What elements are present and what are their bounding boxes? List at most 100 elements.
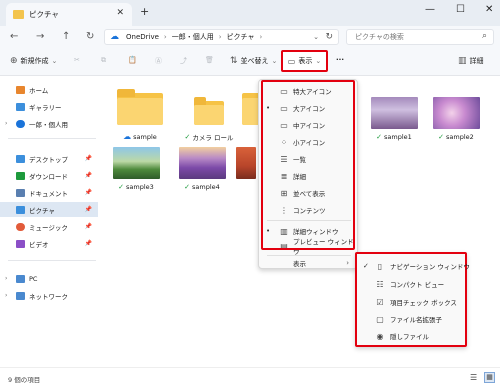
chevron-right-icon: › bbox=[346, 259, 349, 267]
tab-pictures[interactable]: ピクチャ ✕ bbox=[6, 3, 132, 26]
details-button[interactable]: ▥ 詳細 bbox=[458, 56, 484, 66]
sidebar-item-label: ダウンロード bbox=[29, 172, 68, 181]
pin-icon[interactable]: 📌 bbox=[85, 172, 92, 179]
close-button[interactable]: ✕ bbox=[485, 4, 493, 15]
refresh-address-icon[interactable]: ↻ bbox=[325, 32, 333, 42]
cut-icon[interactable]: ✂ bbox=[74, 56, 80, 64]
synced-check-icon: ✓ bbox=[376, 133, 383, 141]
sidebar-item-label: ビデオ bbox=[29, 240, 49, 249]
chevron-down-icon: ⌄ bbox=[315, 57, 322, 65]
breadcrumb-pictures[interactable]: ピクチャ bbox=[227, 32, 255, 42]
pin-icon[interactable]: 📌 bbox=[85, 240, 92, 247]
refresh-icon[interactable]: ↻ bbox=[86, 31, 94, 42]
copy-icon[interactable]: ⧉ bbox=[101, 56, 106, 65]
command-bar: ⊕ 新規作成 ⌄ ✂ ⧉ 📋 Ⓐ ⤴ 🗑 ⇅ 並べ替え ⌄ ▭ 表示 ⌄ ···… bbox=[0, 48, 500, 76]
sidebar-item-pictures[interactable]: ピクチャ 📌 bbox=[0, 202, 98, 217]
chevron-down-icon: ⌄ bbox=[271, 57, 278, 65]
folder-icon bbox=[117, 89, 163, 125]
close-tab-icon[interactable]: ✕ bbox=[116, 8, 124, 18]
pin-icon[interactable]: 📌 bbox=[85, 155, 92, 162]
chevron-right-icon[interactable]: › bbox=[5, 275, 7, 282]
new-button[interactable]: ⊕ 新規作成 ⌄ bbox=[10, 56, 57, 66]
menu-item-show[interactable]: 表示 › bbox=[259, 255, 357, 271]
image-thumbnail bbox=[236, 147, 256, 179]
chevron-right-icon: › bbox=[218, 33, 222, 41]
pin-icon[interactable]: 📌 bbox=[85, 223, 92, 230]
sidebar-item-videos[interactable]: ビデオ 📌 bbox=[0, 236, 98, 251]
chevron-right-icon: › bbox=[163, 33, 167, 41]
new-tab-button[interactable]: + bbox=[140, 5, 149, 18]
file-name: sample4 bbox=[192, 183, 220, 191]
chevron-right-icon[interactable]: › bbox=[5, 292, 7, 299]
paste-icon[interactable]: 📋 bbox=[128, 56, 137, 64]
sort-button-label: 並べ替え bbox=[240, 57, 269, 65]
pin-icon[interactable]: 📌 bbox=[85, 206, 92, 213]
sort-button[interactable]: ⇅ 並べ替え ⌄ bbox=[230, 56, 277, 66]
pin-icon[interactable]: 📌 bbox=[85, 189, 92, 196]
sidebar-item-desktop[interactable]: デスクトップ 📌 bbox=[0, 151, 98, 166]
title-bar: ピクチャ ✕ + — ☐ ✕ bbox=[0, 0, 500, 26]
sidebar-item-music[interactable]: ミュージック 📌 bbox=[0, 219, 98, 234]
sidebar-item-downloads[interactable]: ダウンロード 📌 bbox=[0, 168, 98, 183]
image-thumbnail bbox=[112, 147, 160, 179]
sidebar-divider bbox=[8, 260, 96, 261]
document-icon bbox=[16, 188, 25, 197]
chevron-right-icon[interactable]: › bbox=[5, 120, 7, 127]
synced-check-icon: ✓ bbox=[118, 183, 125, 191]
show-submenu: ✓ ▯ ナビゲーション ウィンドウ ☷ コンパクト ビュー ☑ 項目チェック ボ… bbox=[355, 252, 470, 347]
file-name: カメラ ロール bbox=[192, 134, 234, 142]
download-icon bbox=[16, 171, 25, 180]
sidebar-item-gallery[interactable]: ギャラリー bbox=[0, 99, 98, 114]
submenu-item-hidden-files[interactable]: ◉ 隠しファイル bbox=[357, 328, 465, 344]
sidebar-item-label: ギャラリー bbox=[29, 103, 62, 112]
forward-icon[interactable]: → bbox=[36, 31, 44, 42]
rename-icon[interactable]: Ⓐ bbox=[155, 56, 162, 66]
sidebar-item-home[interactable]: ホーム bbox=[0, 82, 98, 97]
submenu-item-item-checkboxes[interactable]: ☑ 項目チェック ボックス bbox=[357, 294, 465, 310]
file-item-sample3[interactable]: ✓ sample3 bbox=[106, 147, 166, 191]
file-item-sample4[interactable]: ✓ sample4 bbox=[172, 147, 232, 191]
chevron-down-icon[interactable]: ⌄ bbox=[313, 33, 319, 41]
file-name: sample3 bbox=[126, 183, 154, 191]
minimize-button[interactable]: — bbox=[425, 4, 435, 15]
video-icon bbox=[16, 239, 25, 248]
more-options-button[interactable]: ··· bbox=[336, 56, 344, 64]
share-icon[interactable]: ⤴ bbox=[180, 56, 187, 66]
home-icon bbox=[16, 85, 25, 94]
file-item-partial[interactable] bbox=[236, 147, 256, 179]
view-button[interactable]: ▭ 表示 ⌄ bbox=[281, 50, 328, 72]
sidebar-item-onedrive[interactable]: › 一郎・個人用 bbox=[0, 116, 98, 131]
large-icons-view-icon[interactable]: ▦ bbox=[484, 372, 495, 383]
gallery-icon bbox=[16, 102, 25, 111]
submenu-item-file-extensions[interactable]: ▢ ファイル名拡張子 bbox=[357, 311, 465, 327]
file-item-camera-roll[interactable]: ✓ カメラ ロール bbox=[176, 89, 242, 142]
synced-check-icon: ✓ bbox=[184, 133, 191, 141]
maximize-button[interactable]: ☐ bbox=[456, 4, 465, 15]
search-input[interactable]: ピクチャの検索 ⌕ bbox=[346, 29, 494, 45]
back-icon[interactable]: ← bbox=[10, 31, 18, 42]
file-item-sample[interactable]: ☁ sample bbox=[110, 89, 170, 141]
item-count: 9 個の項目 bbox=[8, 376, 41, 384]
details-view-icon[interactable]: ☰ bbox=[470, 373, 477, 382]
file-icon: ▢ bbox=[376, 314, 384, 324]
compact-view-icon: ☷ bbox=[376, 279, 384, 289]
sidebar-item-pc[interactable]: › PC bbox=[0, 271, 98, 286]
file-item-sample1[interactable]: ✓ sample1 bbox=[366, 97, 422, 141]
submenu-item-compact-view[interactable]: ☷ コンパクト ビュー bbox=[357, 276, 465, 292]
delete-icon[interactable]: 🗑 bbox=[205, 56, 214, 64]
sidebar-item-network[interactable]: › ネットワーク bbox=[0, 288, 98, 303]
sidebar-divider bbox=[8, 138, 96, 139]
address-bar[interactable]: ☁ OneDrive › 一郎・個人用 › ピクチャ › ⌄ ↻ bbox=[104, 29, 339, 45]
submenu-item-navigation-pane[interactable]: ✓ ▯ ナビゲーション ウィンドウ bbox=[357, 258, 470, 274]
breadcrumb-onedrive[interactable]: OneDrive bbox=[126, 33, 159, 41]
synced-check-icon: ✓ bbox=[184, 183, 191, 191]
monitor-icon: ▭ bbox=[287, 56, 296, 66]
sidebar-item-documents[interactable]: ドキュメント 📌 bbox=[0, 185, 98, 200]
file-name: sample2 bbox=[446, 133, 474, 141]
sidebar-item-label: 一郎・個人用 bbox=[29, 120, 68, 129]
sidebar-item-label: デスクトップ bbox=[29, 155, 68, 164]
file-item-sample2[interactable]: ✓ sample2 bbox=[426, 97, 486, 141]
breadcrumb-personal[interactable]: 一郎・個人用 bbox=[172, 32, 214, 42]
up-icon[interactable]: ↑ bbox=[62, 31, 70, 42]
plus-circle-icon: ⊕ bbox=[10, 56, 18, 66]
